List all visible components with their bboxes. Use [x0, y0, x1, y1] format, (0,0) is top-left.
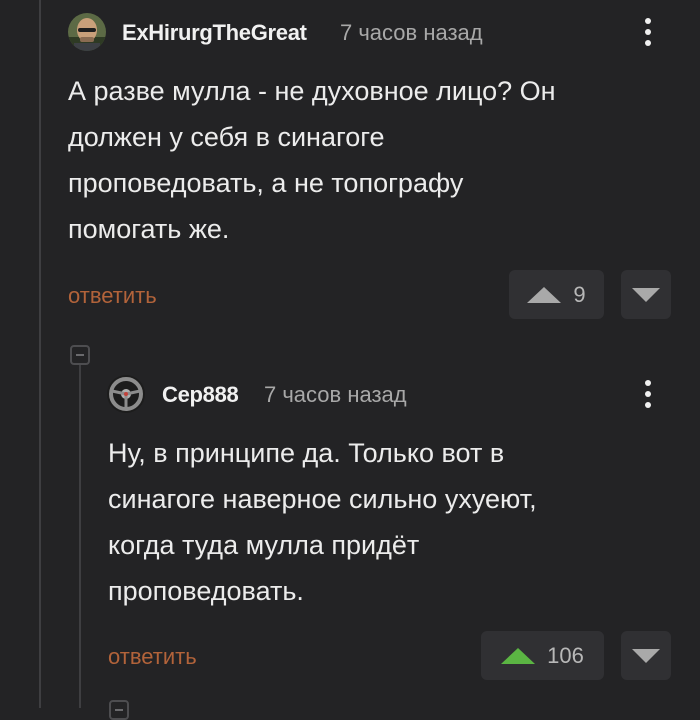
bald-man-sunglasses-icon[interactable]	[68, 13, 106, 51]
comment-timestamp[interactable]: 7 часов назад	[264, 382, 407, 408]
comment-text-line: проповедовать, а не топографу	[68, 168, 464, 198]
comment-text-line: А разве мулла - не духовное лицо? Он	[68, 76, 556, 106]
comment-text-line: проповедовать.	[108, 576, 304, 606]
more-options-icon[interactable]	[638, 12, 658, 52]
downvote-arrow-icon	[632, 287, 660, 302]
reply-button[interactable]: ответить	[108, 644, 197, 670]
downvote-button[interactable]	[621, 631, 671, 680]
comment-reply: Cep888 7 часов назад Ну, в принципе да. …	[0, 360, 700, 708]
comment-author[interactable]: Cep888	[162, 382, 239, 408]
comment-text-line: когда туда мулла придёт	[108, 530, 420, 560]
comment-author[interactable]: ExHirurgTheGreat	[122, 20, 307, 46]
upvote-button[interactable]: 9	[509, 270, 604, 319]
reply-button[interactable]: ответить	[68, 283, 157, 309]
comment: ExHirurgTheGreat 7 часов назад А разве м…	[0, 0, 700, 330]
comment-timestamp[interactable]: 7 часов назад	[340, 20, 483, 46]
upvote-arrow-icon	[527, 286, 562, 303]
comment-text-line: синагоге наверное сильно ухуеют,	[108, 484, 537, 514]
rating-count: 106	[547, 642, 584, 668]
rating-count: 9	[573, 281, 586, 307]
upvote-arrow-icon	[501, 647, 536, 664]
comment-text-line: Ну, в принципе да. Только вот в	[108, 438, 505, 468]
downvote-arrow-icon	[632, 648, 660, 663]
more-options-icon[interactable]	[638, 374, 658, 414]
comment-text: Ну, в принципе да. Только вот в синагоге…	[108, 430, 678, 614]
upvote-button[interactable]: 106	[481, 631, 604, 680]
comment-text-line: должен у себя в синагоге	[68, 122, 385, 152]
steering-wheel-icon[interactable]	[107, 375, 145, 413]
downvote-button[interactable]	[621, 270, 671, 319]
comment-text-line: помогать же.	[68, 214, 230, 244]
comment-text: А разве мулла - не духовное лицо? Он дол…	[68, 68, 668, 252]
